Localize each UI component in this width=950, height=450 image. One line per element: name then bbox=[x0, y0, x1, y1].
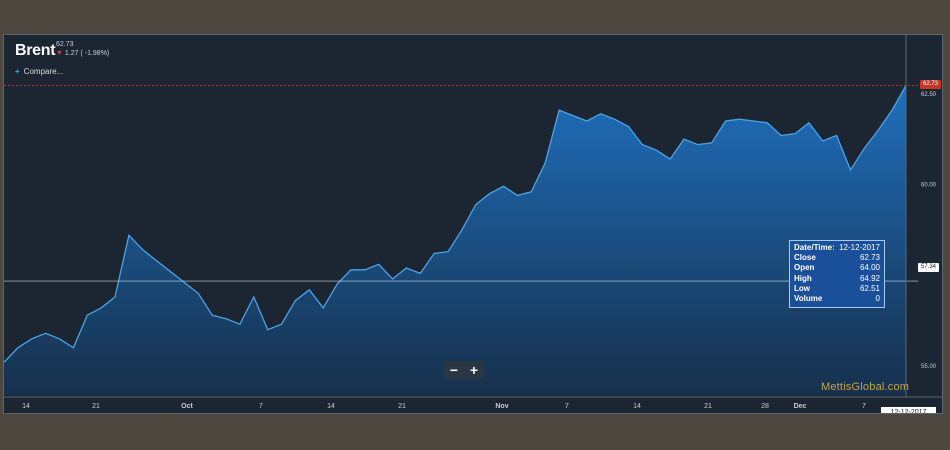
y-tick-label: 55.00 bbox=[921, 364, 937, 370]
tooltip-row-date: Date/Time: 12-12-2017 bbox=[794, 243, 880, 252]
zoom-in-button[interactable]: + bbox=[470, 361, 478, 379]
plus-icon: + bbox=[15, 67, 20, 76]
watermark: MettisGlobal.com bbox=[821, 381, 910, 393]
last-price: 62.73 bbox=[56, 41, 74, 48]
tooltip-row-low: Low 62.51 bbox=[794, 283, 880, 293]
compare-button[interactable]: + Compare... bbox=[15, 67, 63, 76]
symbol-title: Brent bbox=[15, 42, 56, 59]
x-tick-label: 7 bbox=[862, 403, 866, 410]
tooltip-row-close: Close 62.73 bbox=[794, 253, 880, 263]
x-tick-label: 21 bbox=[704, 403, 712, 410]
x-tick-label: 14 bbox=[327, 403, 335, 410]
compare-label: Compare... bbox=[23, 67, 64, 76]
tooltip-row-open: Open 64.00 bbox=[794, 263, 880, 273]
chart-area: 55.00 60.00 62.50 14 21 Oct 7 14 21 Nov 7 14 21 28 Dec… bbox=[3, 34, 943, 414]
x-tick-label: Nov bbox=[495, 403, 508, 410]
selected-date-badge: 12-12-2017 bbox=[881, 407, 936, 413]
price-change-value: 1.27 ( -1.98%) bbox=[64, 50, 110, 57]
x-tick-label: Oct bbox=[181, 403, 193, 410]
last-price-badge: 62.73 bbox=[920, 80, 942, 89]
tooltip-row-volume: Volume 0 bbox=[794, 294, 880, 304]
tooltip-row-high: High 64.92 bbox=[794, 273, 880, 283]
price-change: ▼ 1.27 ( -1.98%) bbox=[56, 50, 109, 57]
x-tick-label: 21 bbox=[398, 403, 406, 410]
x-tick-label: 7 bbox=[565, 403, 569, 410]
x-tick-label: 28 bbox=[761, 403, 769, 410]
crosshair-price-badge: 57.34 bbox=[918, 263, 940, 272]
x-tick-label: 7 bbox=[259, 403, 263, 410]
x-tick-label: 14 bbox=[22, 403, 30, 410]
y-tick-label: 62.50 bbox=[921, 92, 937, 98]
data-tooltip: Date/Time: 12-12-2017 Close 62.73 Open 64.0… bbox=[789, 240, 885, 308]
zoom-out-button[interactable]: − bbox=[450, 361, 458, 379]
x-tick-label: Dec bbox=[794, 403, 807, 410]
price-chart: 55.00 60.00 62.50 14 21 Oct 7 14 21 Nov 7 14 21 28 Dec… bbox=[4, 35, 942, 410]
y-tick-label: 60.00 bbox=[921, 183, 937, 189]
x-tick-label: 21 bbox=[92, 403, 100, 410]
zoom-controls: − + bbox=[444, 361, 484, 379]
x-tick-label: 14 bbox=[633, 403, 641, 410]
down-arrow-icon: ▼ bbox=[56, 50, 63, 57]
